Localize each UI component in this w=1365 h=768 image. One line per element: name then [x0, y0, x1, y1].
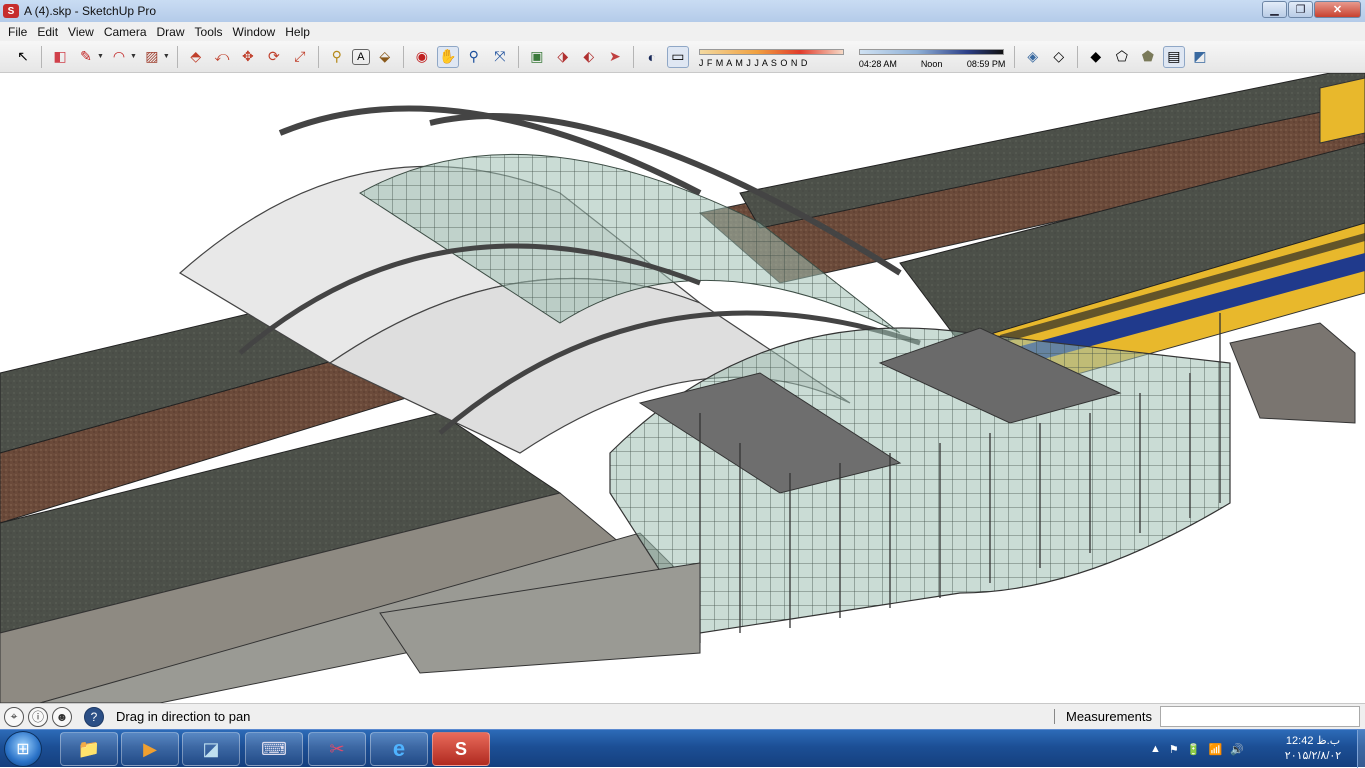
measurements-label: Measurements: [1066, 709, 1152, 724]
chevron-down-icon[interactable]: ▼: [97, 53, 104, 60]
action-center-icon[interactable]: ⚑: [1169, 743, 1179, 756]
sketchup-icon: S: [3, 4, 19, 18]
menu-view[interactable]: View: [63, 25, 99, 39]
model-viewport[interactable]: [0, 73, 1365, 703]
status-bar: ⌖ ⓘ ☻ ? Drag in direction to pan Measure…: [0, 703, 1365, 729]
help-icon[interactable]: ?: [84, 706, 104, 727]
menu-file[interactable]: File: [3, 25, 32, 39]
extension-warehouse-tool[interactable]: ⬖: [578, 46, 600, 68]
menu-tools[interactable]: Tools: [190, 25, 228, 39]
eraser-tool[interactable]: ◧: [49, 46, 71, 68]
hidden-line-style[interactable]: ◆: [1085, 46, 1107, 68]
credits-icon[interactable]: ⓘ: [28, 706, 48, 727]
shaded-style[interactable]: ⬠: [1111, 46, 1133, 68]
shadows-toggle[interactable]: ◐: [641, 46, 663, 68]
title-bar: S A (4).skp - SketchUp Pro ▁ ❐ ✕: [0, 0, 1365, 22]
windows-taskbar: ⊞ 📁 ▶ ◪ ⌨ ✂ e S ▲ ⚑ 🔋 📶 🔊 12:42 ب.ظ ۲۰۱۵…: [0, 729, 1365, 768]
window-title: A (4).skp - SketchUp Pro: [24, 4, 157, 18]
time-noon-label: Noon: [920, 58, 943, 69]
clock-date: ۲۰۱۵/۲/۸/۰۲: [1284, 750, 1342, 762]
explorer-icon[interactable]: 📁: [60, 732, 118, 766]
paint-bucket-tool[interactable]: ⬙: [374, 46, 396, 68]
maximize-button[interactable]: ❐: [1288, 1, 1313, 18]
toolbar-separator: [517, 45, 519, 68]
paint-icon[interactable]: ✂: [308, 732, 366, 766]
volume-icon[interactable]: 🔊: [1230, 743, 1244, 756]
geo-location-icon[interactable]: ⌖: [4, 706, 24, 727]
monochrome-style[interactable]: ▤: [1162, 45, 1185, 68]
tape-measure-tool[interactable]: ⚲: [326, 46, 348, 68]
keyboard-icon[interactable]: ⌨: [245, 732, 303, 766]
time-start-label: 04:28 AM: [858, 58, 897, 69]
menu-camera[interactable]: Camera: [99, 25, 152, 39]
months-label: J F M A M J J A S O N D: [698, 57, 808, 68]
shadow-settings-panel: J F M A M J J A S O N D 04:28 AM Noon 08…: [698, 43, 1009, 71]
station-model-render: [0, 73, 1365, 703]
text-tool[interactable]: A: [351, 48, 370, 65]
toolbar-separator: [176, 45, 178, 68]
move-tool[interactable]: ✥: [237, 46, 259, 68]
rectangle-tool[interactable]: ▨: [141, 46, 163, 68]
start-button[interactable]: ⊞: [4, 731, 42, 767]
ie-icon[interactable]: e: [370, 732, 428, 766]
push-pull-tool[interactable]: ⬘: [185, 46, 207, 68]
pencil-line-tool[interactable]: ✎: [75, 46, 97, 68]
xray-style[interactable]: ◈: [1022, 46, 1044, 68]
menu-draw[interactable]: Draw: [152, 25, 190, 39]
rotate-tool[interactable]: ⟳: [263, 46, 285, 68]
menu-window[interactable]: Window: [228, 25, 281, 39]
clock-time: 12:42 ب.ظ: [1285, 735, 1341, 747]
clock[interactable]: 12:42 ب.ظ ۲۰۱۵/۲/۸/۰۲: [1278, 734, 1348, 764]
toolbar: ↖ ◧ ✎ ▼ ◠ ▼ ▨ ▼ ⬘ ⤺ ✥ ⟳ ⤢ ⚲ A ⬙ ◉ ✋ ⚲ ⤧ …: [0, 41, 1365, 73]
pan-tool[interactable]: ✋: [436, 45, 459, 68]
measurements-input[interactable]: [1160, 706, 1360, 727]
system-tray: ▲ ⚑ 🔋 📶 🔊: [1150, 730, 1244, 768]
scale-tool[interactable]: ⤢: [289, 46, 311, 68]
back-edges-style[interactable]: ◩: [1189, 46, 1211, 68]
network-icon[interactable]: 📶: [1208, 743, 1222, 756]
toolbar-separator: [632, 45, 634, 68]
menu-edit[interactable]: Edit: [32, 25, 63, 39]
time-end-label: 08:59 PM: [966, 58, 1006, 69]
show-desktop-button[interactable]: [1357, 730, 1365, 768]
date-slider[interactable]: [698, 48, 844, 55]
minimize-button[interactable]: ▁: [1262, 1, 1287, 18]
zoom-extents-tool[interactable]: ⤧: [489, 46, 511, 68]
toolbar-separator: [317, 45, 319, 68]
zoom-tool[interactable]: ⚲: [463, 46, 485, 68]
send-to-layout-tool[interactable]: ➤: [604, 46, 626, 68]
media-player-icon[interactable]: ▶: [121, 732, 179, 766]
side-building: [1229, 322, 1356, 424]
orbit-tool[interactable]: ◉: [411, 46, 433, 68]
time-slider[interactable]: [858, 48, 1004, 55]
battery-icon[interactable]: 🔋: [1187, 743, 1201, 756]
chevron-down-icon[interactable]: ▼: [130, 53, 137, 60]
wireframe-style[interactable]: ◇: [1048, 46, 1070, 68]
chevron-down-icon[interactable]: ▼: [163, 53, 170, 60]
status-separator: [1054, 709, 1055, 724]
toolbar-separator: [1013, 45, 1015, 68]
close-button[interactable]: ✕: [1314, 1, 1361, 18]
menu-bar: File Edit View Camera Draw Tools Window …: [0, 22, 1365, 41]
train-end: [1319, 77, 1365, 144]
share-model-tool[interactable]: ⬗: [552, 46, 574, 68]
sketchup-icon[interactable]: S: [432, 732, 490, 766]
toolbar-separator: [41, 45, 42, 68]
fog-toggle[interactable]: ▭: [666, 45, 689, 68]
arc-tool[interactable]: ◠: [108, 46, 130, 68]
toolbar-separator: [402, 45, 404, 68]
menu-help[interactable]: Help: [280, 25, 315, 39]
select-tool[interactable]: ↖: [12, 46, 34, 68]
status-text: Drag in direction to pan: [116, 709, 251, 724]
tray-expand-icon[interactable]: ▲: [1150, 743, 1161, 755]
toolbar-separator: [1076, 45, 1078, 68]
user-icon[interactable]: ☻: [52, 706, 72, 727]
warehouse-tool[interactable]: ▣: [526, 46, 548, 68]
shaded-texture-style[interactable]: ⬟: [1137, 46, 1159, 68]
notes-icon[interactable]: ◪: [182, 732, 240, 766]
follow-me-tool[interactable]: ⤺: [211, 46, 233, 68]
